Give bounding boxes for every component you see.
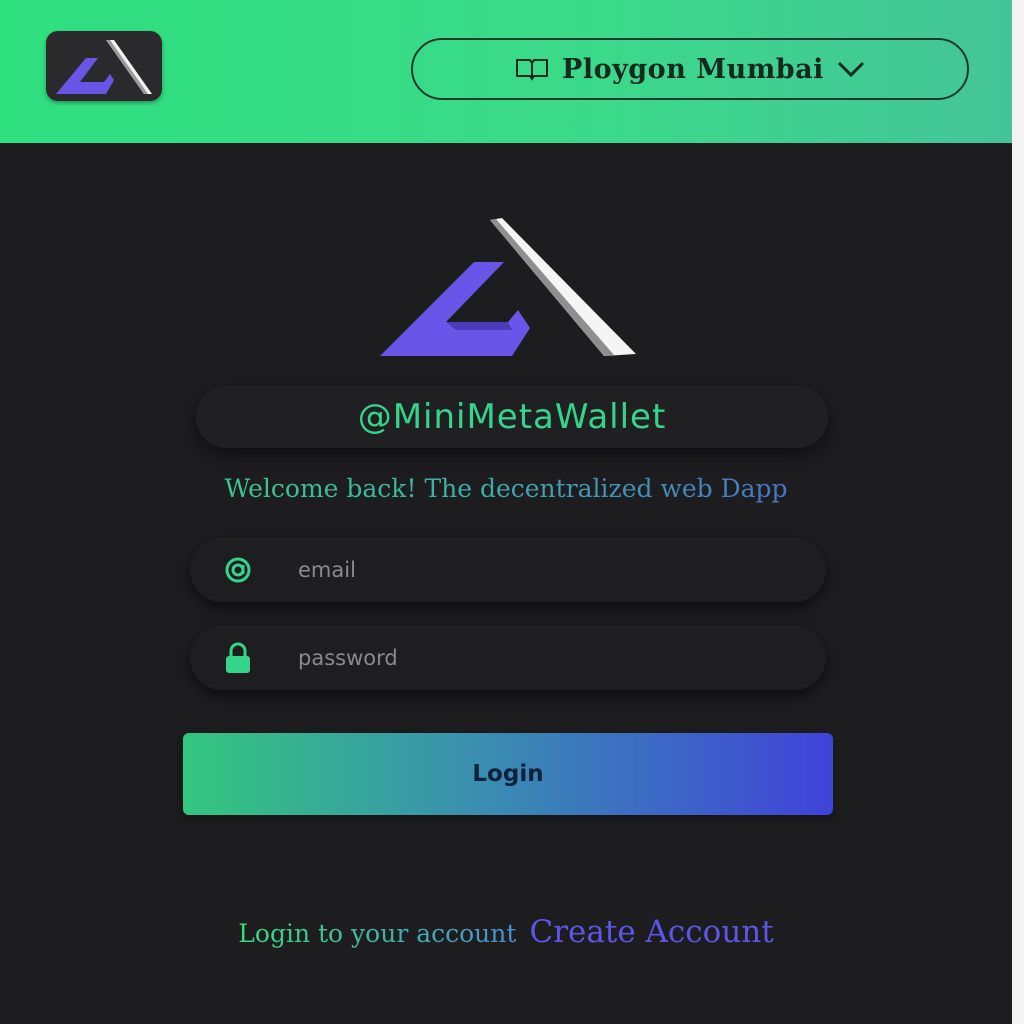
lock-icon: [214, 638, 262, 678]
wallet-handle: @MiniMetaWallet: [357, 397, 667, 437]
logo-mark-icon: [380, 218, 636, 356]
at-icon: [214, 550, 262, 590]
login-button[interactable]: Login: [183, 733, 833, 815]
password-input[interactable]: [296, 645, 780, 671]
password-field[interactable]: [190, 626, 826, 690]
email-input[interactable]: [296, 557, 780, 583]
footer-prompt: Login to your account: [238, 919, 517, 948]
footer: Login to your account Create Account: [0, 914, 1012, 950]
hero-logo: [378, 218, 638, 362]
welcome-text: Welcome back! The decentralized web Dapp: [0, 474, 1012, 503]
edge-strip: [1012, 0, 1024, 1024]
top-bar: Ploygon Mumbai: [0, 0, 1012, 143]
network-name: Ploygon Mumbai: [562, 53, 824, 85]
logo-mark-icon: [56, 40, 152, 94]
network-selector[interactable]: Ploygon Mumbai: [411, 38, 969, 100]
chevron-down-icon: [836, 59, 866, 79]
create-account-link[interactable]: Create Account: [530, 914, 774, 950]
login-button-label: Login: [472, 761, 544, 787]
wallet-handle-pill: @MiniMetaWallet: [196, 386, 828, 448]
login-screen: Ploygon Mumbai @MiniMetaWallet Welcome b…: [0, 0, 1024, 1024]
email-field[interactable]: [190, 538, 826, 602]
book-icon: [514, 56, 550, 82]
app-logo[interactable]: [46, 31, 162, 101]
